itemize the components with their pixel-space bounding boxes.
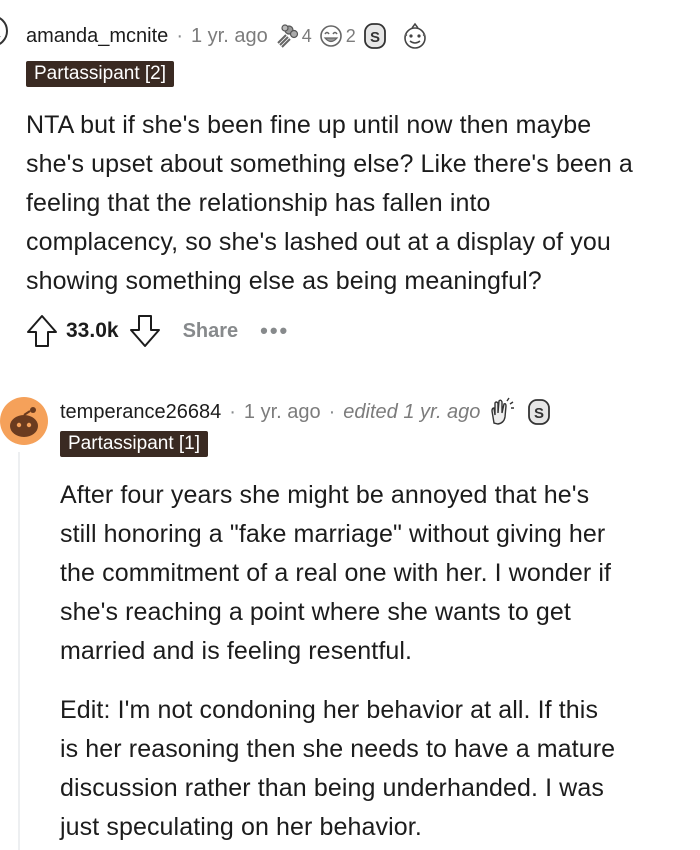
timestamp[interactable]: 1 yr. ago bbox=[191, 25, 268, 48]
separator-dot: · bbox=[328, 400, 336, 423]
upvote-arrow-icon bbox=[27, 315, 57, 347]
more-options-button[interactable]: ••• bbox=[260, 318, 289, 344]
clapping-hands-icon bbox=[491, 397, 515, 425]
separator-dot: · bbox=[176, 24, 183, 47]
avatar[interactable] bbox=[0, 14, 12, 48]
silver-coin-icon: S bbox=[363, 23, 386, 49]
downvote-button[interactable] bbox=[129, 314, 161, 348]
award-count: 2 bbox=[345, 25, 356, 46]
username[interactable]: temperance26684 bbox=[60, 401, 221, 424]
award[interactable]: S bbox=[362, 22, 388, 50]
comment-body-paragraph: Edit: I'm not condoning her behavior at … bbox=[60, 696, 616, 841]
username[interactable]: amanda_mcnite bbox=[26, 25, 168, 48]
user-flair: Partassipant [1] bbox=[60, 431, 209, 457]
comment-meta: temperance26684 · 1 yr. ago · edited 1 y… bbox=[60, 397, 552, 427]
downvote-arrow-icon bbox=[129, 315, 160, 347]
award[interactable]: S bbox=[526, 398, 552, 426]
thread-line[interactable] bbox=[18, 452, 20, 850]
laughing-award-icon bbox=[319, 25, 342, 47]
wholesome-face-icon bbox=[403, 22, 426, 49]
avatar[interactable] bbox=[0, 397, 48, 445]
award[interactable]: 2 bbox=[318, 23, 356, 49]
comment-actions: 33.0k Share ••• bbox=[26, 314, 289, 348]
svg-text:S: S bbox=[534, 405, 544, 422]
upvote-button[interactable] bbox=[26, 314, 58, 348]
timestamp[interactable]: 1 yr. ago bbox=[244, 401, 321, 424]
silver-coin-icon: S bbox=[528, 399, 551, 425]
award-count: 4 bbox=[301, 25, 312, 46]
user-flair: Partassipant [2] bbox=[26, 61, 175, 87]
award[interactable]: 4 bbox=[274, 23, 312, 49]
svg-text:S: S bbox=[370, 29, 380, 46]
edited-timestamp: edited 1 yr. ago bbox=[343, 400, 481, 423]
award[interactable] bbox=[400, 22, 430, 50]
comment-body-paragraph: After four years she might be annoyed th… bbox=[60, 481, 612, 665]
comment-body: NTA but if she's been fine up until now … bbox=[26, 111, 633, 295]
award[interactable] bbox=[486, 397, 516, 427]
vote-score: 33.0k bbox=[66, 319, 119, 342]
bouquet-award-icon bbox=[276, 24, 298, 48]
comment-meta: amanda_mcnite · 1 yr. ago 4 2 S bbox=[26, 22, 430, 50]
share-button[interactable]: Share bbox=[183, 320, 239, 343]
separator-dot: · bbox=[229, 400, 236, 423]
